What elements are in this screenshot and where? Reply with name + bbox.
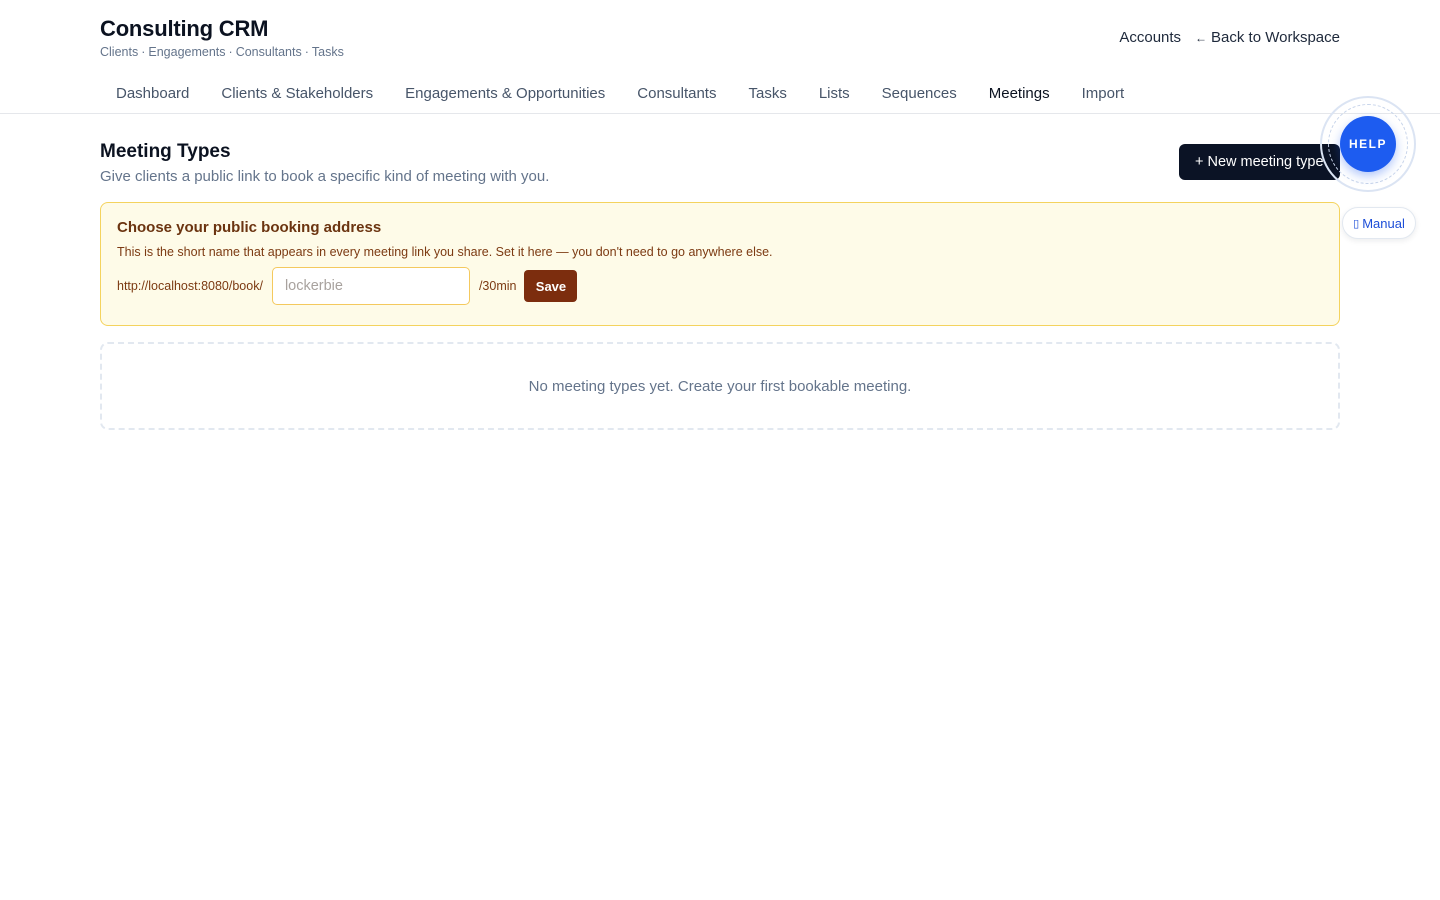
booking-card-description: This is the short name that appears in e…	[117, 245, 773, 259]
help-button[interactable]: HELP	[1340, 116, 1396, 172]
subtitle-separator: ·	[304, 45, 309, 59]
subtitle-consultants: Consultants	[235, 45, 302, 59]
save-slug-button[interactable]: Save	[524, 270, 578, 302]
accounts-link[interactable]: Accounts	[1119, 29, 1181, 46]
subtitle-engagements: Engagements	[148, 45, 226, 59]
subtitle-separator: ·	[141, 45, 146, 59]
booking-address-card: Choose your public booking address This …	[100, 202, 1340, 326]
new-meeting-type-button[interactable]: + New meeting type	[1179, 144, 1340, 180]
page-title: Meeting Types	[100, 141, 231, 162]
tab-tasks[interactable]: Tasks	[732, 74, 802, 114]
tab-meetings[interactable]: Meetings	[972, 74, 1066, 114]
nav-divider	[0, 113, 1440, 114]
booking-card-title: Choose your public booking address	[117, 219, 382, 236]
manual-label: Manual	[1362, 215, 1405, 231]
empty-state-message: No meeting types yet. Create your first …	[528, 377, 912, 395]
tab-clients-stakeholders[interactable]: Clients & Stakeholders	[205, 74, 389, 114]
app-header: Consulting CRM Clients · Engagements · Consu…	[100, 16, 344, 59]
app-subtitle: Clients · Engagements · Consultants · Tasks	[100, 45, 344, 59]
tab-import[interactable]: Import	[1066, 74, 1141, 114]
app-title: Consulting CRM	[100, 16, 269, 41]
booking-slug-input[interactable]	[271, 267, 470, 305]
page-description: Give clients a public link to book a spe…	[100, 168, 550, 185]
main-nav: Dashboard Clients & Stakeholders Engagem…	[100, 74, 1140, 114]
empty-state: No meeting types yet. Create your first …	[100, 342, 1340, 430]
subtitle-separator: ·	[228, 45, 233, 59]
booking-url-row: http://localhost:8080/book/ /30min Save	[117, 267, 1323, 305]
tab-engagements-opportunities[interactable]: Engagements & Opportunities	[389, 74, 621, 114]
tab-sequences[interactable]: Sequences	[866, 74, 973, 114]
section-header: Meeting Types Give clients a public link…	[100, 141, 549, 185]
tab-lists[interactable]: Lists	[803, 74, 866, 114]
subtitle-tasks: Tasks	[311, 45, 344, 59]
back-to-workspace-link[interactable]: ← Back to Workspace	[1195, 29, 1340, 46]
back-to-workspace-label: Back to Workspace	[1211, 29, 1340, 46]
tab-consultants[interactable]: Consultants	[621, 74, 732, 114]
subtitle-clients: Clients	[100, 45, 139, 59]
manual-button[interactable]: ▯ Manual	[1342, 207, 1416, 239]
booking-url-prefix: http://localhost:8080/book/	[117, 279, 263, 293]
book-icon: ▯	[1353, 217, 1360, 230]
tab-dashboard[interactable]: Dashboard	[100, 74, 205, 114]
top-links: Accounts ← Back to Workspace	[1119, 29, 1340, 46]
booking-url-suffix: /30min	[478, 279, 517, 293]
help-widget: HELP	[1320, 96, 1416, 192]
back-arrow-icon: ←	[1195, 31, 1208, 45]
